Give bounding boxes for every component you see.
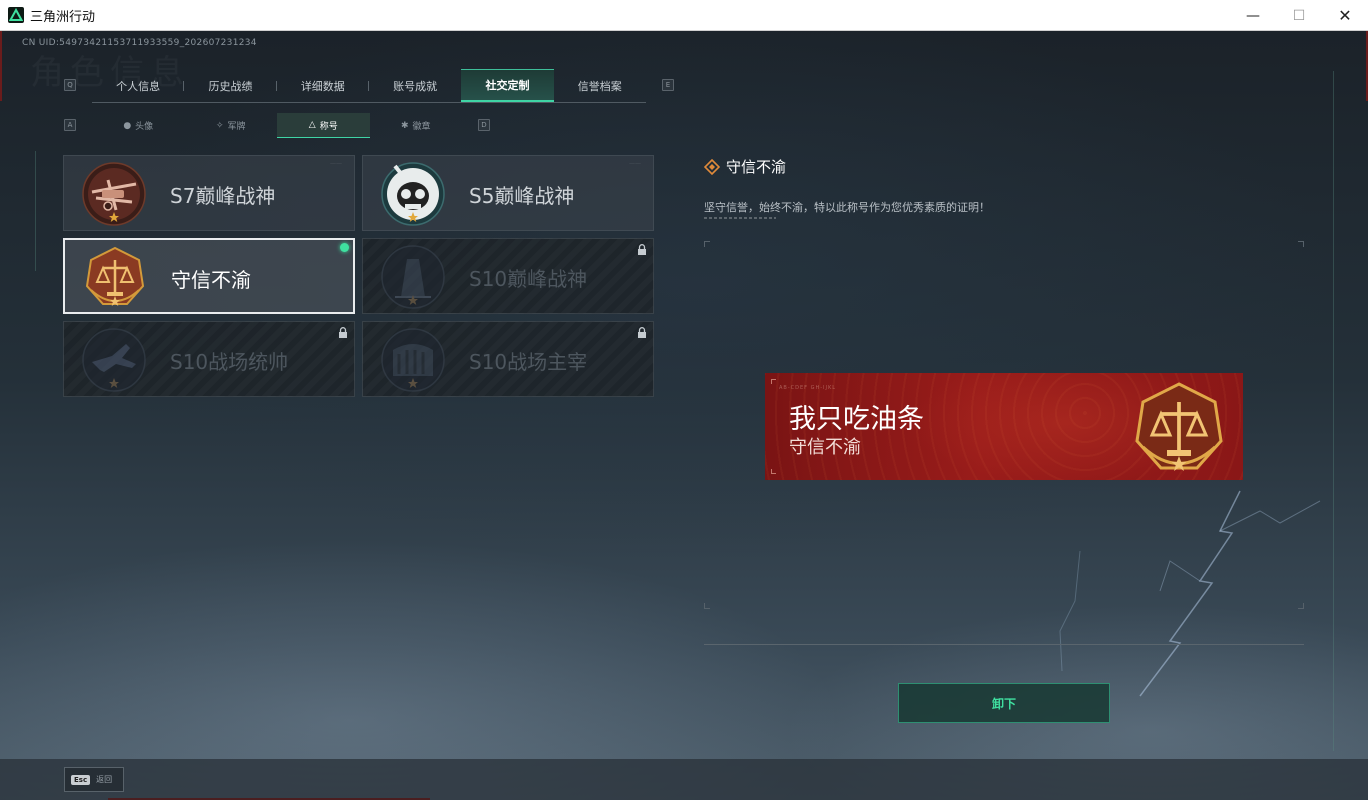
title-icon: △ [308,120,316,130]
close-button[interactable]: ✕ [1322,0,1368,31]
main-tab-bar: 个人信息 历史战绩 详细数据 账号成就 社交定制 信誉档案 [92,69,646,103]
wings-icon: ✧ [215,120,224,131]
app-logo-icon [8,7,24,23]
tab-history[interactable]: 历史战绩 [184,69,277,102]
main-area: 角色信息 CN UID:5497342115371193355​9_202607… [0,31,1368,800]
hud-line [1333,71,1334,751]
title-card-s10-commander[interactable]: S10战场统帅 [63,321,355,397]
tab-detailed-data[interactable]: 详细数据 [277,69,369,102]
window-titlebar: 三角洲行动 — ☐ ✕ [0,0,1368,31]
tab-achievements[interactable]: 账号成就 [369,69,461,102]
minimize-button[interactable]: — [1230,0,1276,31]
subtab-label: 徽章 [412,122,431,132]
title-card-name: 守信不渝 [171,267,251,292]
subtab-label: 称号 [319,121,338,132]
title-card-name: S10战场主宰 [469,349,588,374]
uid-label: CN UID:5497342115371193355​9_20260723123… [22,38,257,48]
detail-description: 坚守信誉，始终不渝，特以此称号作为您优秀素质的证明！ [704,201,990,214]
detail-header: 守信不渝 [704,156,786,177]
subtab-dogtag[interactable]: ✧ 军牌 [185,113,278,138]
key-hint-a: A [64,119,76,131]
tab-social-customize[interactable]: 社交定制 [461,69,554,102]
diamond-marker-icon [704,158,720,175]
subtab-title[interactable]: △ 称号 [277,113,370,138]
frame-corner [1298,603,1304,609]
edge-decoration [0,31,2,101]
unequip-button[interactable]: 卸下 [898,683,1110,723]
emblem-icon: ✱ [400,120,409,131]
esc-key-hint: Esc [71,774,91,785]
equipped-indicator [340,243,349,252]
title-card-name: S10巅峰战神 [469,266,588,291]
subtab-avatar[interactable]: ● 头像 [92,113,185,138]
detail-divider [704,644,1304,645]
nameplate-preview: AB-CDEF GH-IJKL 我只吃油条 守信不渝 [765,373,1243,480]
title-card-name: S5巅峰战神 [469,183,575,208]
frame-corner [1298,241,1304,247]
scales-badge-icon [1135,382,1223,471]
lock-icon [638,327,646,338]
subtab-label: 头像 [135,122,154,132]
hud-line [35,151,36,271]
key-hint-e: E [662,79,674,91]
frame-corner [704,241,710,247]
sub-tab-bar: ● 头像 ✧ 军牌 △ 称号 ✱ 徽章 [92,113,462,138]
maximize-button[interactable]: ☐ [1276,0,1322,31]
tab-label: 信誉档案 [577,79,622,93]
tab-label: 个人信息 [116,79,161,93]
nameplate-player-name: 我只吃油条 [789,404,924,435]
aircraft-badge-icon [82,328,146,392]
skull-diver-badge-icon [381,162,445,226]
key-hint-q: Q [64,79,76,91]
tab-label: 账号成就 [393,79,438,93]
title-card-s10-peak[interactable]: S10巅峰战神 [362,238,654,314]
person-icon: ● [123,120,132,131]
title-card-keep-faith[interactable]: 守信不渝 [63,238,355,314]
lock-icon [638,244,646,255]
title-card-s5-peak[interactable]: —— S5巅峰战神 [362,155,654,231]
back-button[interactable]: Esc 返回 [64,767,124,792]
card-watermark: —— [629,160,641,167]
subtab-label: 军牌 [227,122,246,132]
tab-label: 详细数据 [300,79,345,93]
tab-credit-record[interactable]: 信誉档案 [554,69,646,102]
title-card-s10-dominator[interactable]: S10战场主宰 [362,321,654,397]
subtab-emblem[interactable]: ✱ 徽章 [370,113,463,138]
lock-icon [339,327,347,338]
tower-badge-icon [381,245,445,309]
tab-label: 历史战绩 [208,79,253,93]
tab-personal-info[interactable]: 个人信息 [92,69,185,102]
bottom-bar: Esc 返回 [0,759,1368,800]
back-label: 返回 [96,775,113,784]
crossbow-badge-icon [82,162,146,226]
lightning-decoration [1059,490,1321,697]
nameplate-corner [771,379,776,384]
title-card-name: S10战场统帅 [170,349,289,374]
key-hint-d: D [478,119,490,131]
nameplate-corner [771,469,776,474]
tab-label: 社交定制 [485,79,530,92]
scales-badge-icon [85,246,145,306]
detail-underline [704,217,776,219]
nameplate-micro-text: AB-CDEF GH-IJKL [779,385,837,391]
window-title: 三角洲行动 [30,9,96,25]
title-card-s7-peak[interactable]: —— S7巅峰战神 [63,155,355,231]
colosseum-badge-icon [381,328,445,392]
detail-title: 守信不渝 [726,158,787,176]
frame-corner [704,603,710,609]
title-card-name: S7巅峰战神 [170,183,276,208]
card-watermark: —— [330,160,342,167]
nameplate-title: 守信不渝 [789,437,861,458]
